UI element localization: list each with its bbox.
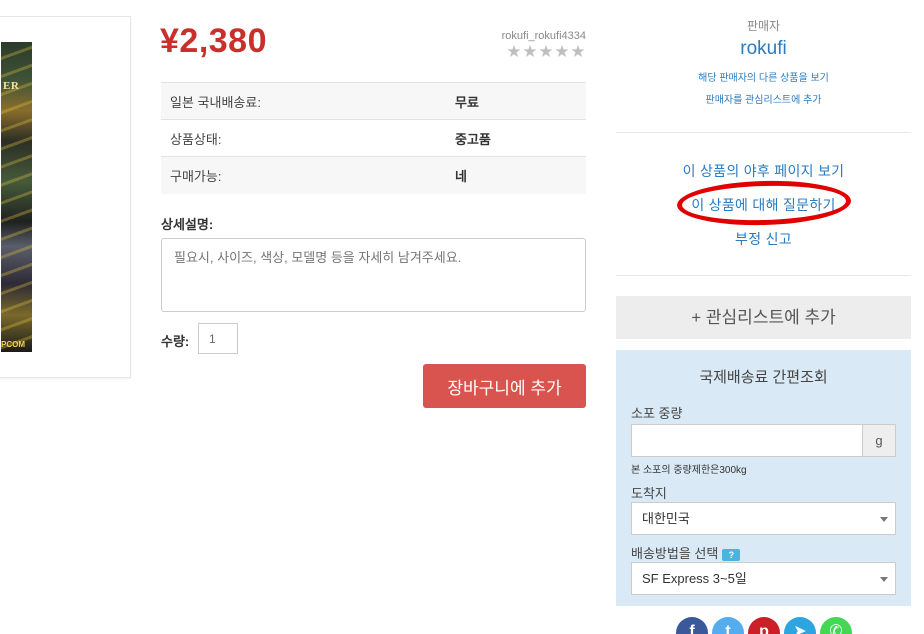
facebook-icon[interactable]: f [676, 617, 708, 634]
method-label-row: 배송방법을 선택? [631, 543, 741, 562]
table-row: 구매가능: 네 [161, 156, 586, 194]
divider [616, 275, 911, 276]
weight-note: 본 소포의 중량제한은300kg [631, 465, 747, 476]
shipping-method-select[interactable]: SF Express 3~5일 [631, 562, 896, 595]
seller-id[interactable]: rokufi_rokufi4334 [502, 30, 586, 42]
star-icon: ★ [570, 42, 586, 61]
weight-input[interactable] [631, 424, 863, 457]
chevron-down-icon [880, 577, 888, 582]
star-icon: ★ [522, 42, 538, 61]
quantity-label: 수량: [161, 334, 190, 349]
table-row: 일본 국내배송료: 무료 [161, 82, 586, 120]
shipping-title: 국제배송료 간편조회 [699, 369, 828, 386]
method-value: SF Express 3~5일 [642, 571, 747, 586]
image-title-fragment: ER [3, 80, 20, 92]
image-publisher-fragment: PCOM [1, 340, 25, 349]
telegram-icon[interactable]: ➤ [784, 617, 816, 634]
spec-label: 상품상태: [170, 131, 222, 147]
quantity-input[interactable] [198, 323, 238, 354]
star-icon: ★ [554, 42, 570, 61]
weight-unit: g [862, 424, 896, 457]
whatsapp-icon[interactable]: ✆ [820, 617, 852, 634]
seller-heading: 판매자 [746, 19, 781, 33]
spec-value: 네 [455, 168, 467, 184]
highlight-ellipse [676, 178, 852, 228]
report-link[interactable]: 부정 신고 [616, 229, 911, 249]
twitter-icon[interactable]: t [712, 617, 744, 634]
destination-select[interactable]: 대한민국 [631, 502, 896, 535]
rating-stars: ★ ★ ★ ★ ★ [506, 42, 586, 61]
star-icon: ★ [538, 42, 554, 61]
destination-value: 대한민국 [642, 511, 690, 526]
destination-label: 도착지 [631, 486, 667, 501]
star-icon: ★ [506, 42, 522, 61]
description-label: 상세설명: [161, 217, 214, 232]
spec-value: 중고품 [455, 131, 491, 147]
method-label: 배송방법을 선택 [631, 546, 719, 561]
divider [616, 132, 911, 133]
price: ¥2,380 [160, 22, 267, 60]
add-watchlist-button[interactable]: + 관심리스트에 추가 [616, 296, 911, 339]
product-image[interactable]: ER PCOM [1, 42, 32, 352]
seller-other-items-link[interactable]: 해당 판매자의 다른 상품을 보기 [616, 69, 911, 84]
spec-value: 무료 [455, 94, 479, 110]
pinterest-icon[interactable]: p [748, 617, 780, 634]
product-image-card[interactable]: ER PCOM [0, 16, 131, 378]
help-icon[interactable]: ? [722, 548, 741, 561]
view-yahoo-page-link[interactable]: 이 상품의 야후 페이지 보기 [616, 161, 911, 181]
spec-table: 일본 국내배송료: 무료 상품상태: 중고품 구매가능: 네 [161, 82, 586, 194]
description-textarea[interactable] [161, 238, 586, 312]
spec-label: 일본 국내배송료: [170, 94, 261, 110]
weight-label: 소포 중량 [631, 406, 683, 421]
chevron-down-icon [880, 517, 888, 522]
seller-name-link[interactable]: rokufi [616, 38, 911, 60]
table-row: 상품상태: 중고품 [161, 119, 586, 157]
seller-watchlist-link[interactable]: 판매자를 관심리스트에 추가 [616, 91, 911, 106]
add-to-cart-button[interactable]: 장바구니에 추가 [423, 364, 586, 408]
spec-label: 구매가능: [170, 168, 222, 184]
shipping-calculator: 국제배송료 간편조회 소포 중량 g 본 소포의 중량제한은300kg 도착지 … [616, 350, 911, 606]
